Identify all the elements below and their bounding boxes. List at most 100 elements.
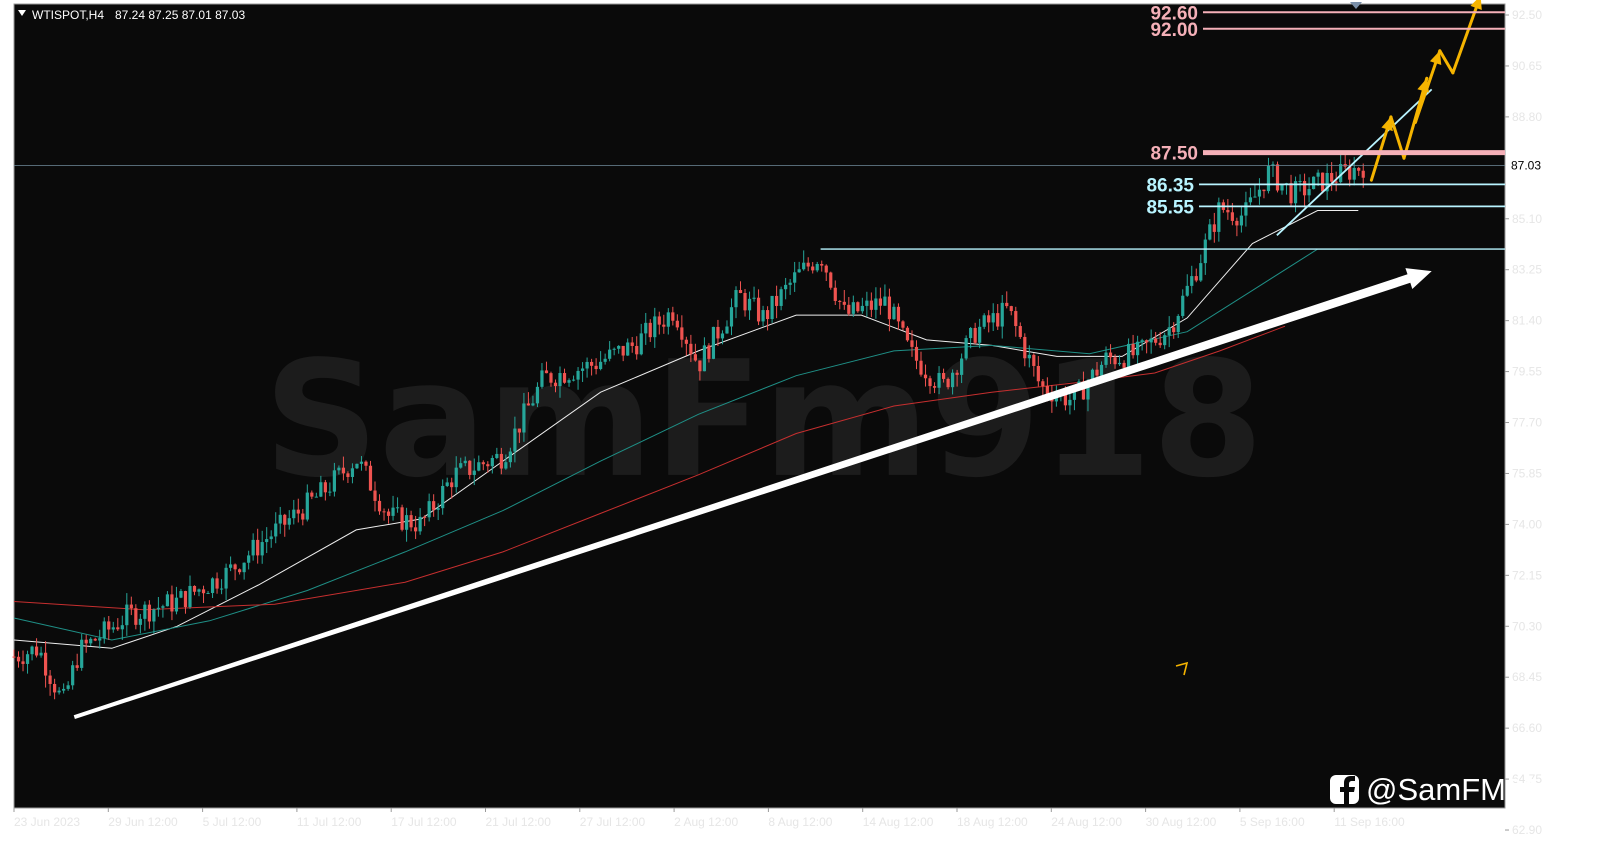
y-tick-label: 81.40 (1512, 314, 1542, 328)
candle-body (337, 467, 341, 471)
candle-body (756, 297, 761, 322)
candle-body (1095, 369, 1099, 376)
candle-body (680, 327, 684, 340)
candle-body (247, 555, 251, 563)
candle-body (1190, 276, 1194, 286)
candle-body (62, 688, 66, 691)
candle-body (910, 340, 914, 347)
candle-body (341, 467, 346, 474)
candle-body (1275, 164, 1280, 191)
candle-body (1334, 181, 1338, 183)
candle-body (1248, 197, 1253, 203)
candle-body (725, 326, 729, 334)
candle-body (1321, 172, 1325, 192)
chart-canvas: SamFm918 92.6092.0087.5086.3585.55 92.50… (12, 0, 1558, 837)
candle-body (1113, 357, 1117, 365)
candle-body (1212, 224, 1216, 232)
candle-body (937, 372, 941, 388)
y-tick-label: 88.80 (1512, 110, 1542, 124)
candle-body (382, 511, 386, 513)
candle-body (644, 322, 648, 334)
candle-body (508, 451, 512, 463)
candle-body (662, 324, 666, 327)
candle-body (499, 453, 503, 469)
candle-body (179, 591, 183, 598)
candle-body (1136, 341, 1140, 356)
candle-body (16, 656, 21, 662)
candle-body (775, 295, 779, 306)
chart-symbol: WTISPOT,H4 (32, 8, 104, 22)
candle-body (377, 500, 382, 512)
x-tick-label: 11 Sep 16:00 (1334, 815, 1405, 829)
candle-body (1203, 239, 1207, 264)
y-tick-label: 72.15 (1512, 568, 1542, 582)
candle-body (621, 345, 625, 356)
candle-body (1068, 399, 1072, 406)
candle-body (53, 683, 57, 693)
candle-body (567, 380, 571, 383)
facebook-icon (1330, 775, 1359, 804)
y-tick-label: 70.30 (1512, 619, 1542, 633)
y-tick-label: 79.55 (1512, 365, 1542, 379)
candle-body (964, 338, 968, 359)
candle-body (1005, 302, 1009, 307)
x-tick-label: 23 Jun 2023 (14, 815, 80, 829)
candle-body (1014, 311, 1018, 327)
candle-body (418, 516, 422, 532)
candle-body (711, 326, 716, 359)
candle-body (729, 307, 734, 327)
candle-body (851, 302, 855, 314)
candle-body (585, 361, 589, 369)
x-tick-label: 5 Jul 12:00 (203, 815, 262, 829)
candle-body (1330, 172, 1334, 182)
candle-body (156, 607, 160, 610)
x-tick-label: 11 Jul 12:00 (297, 815, 362, 829)
candle-body (765, 310, 770, 320)
candle-body (630, 342, 634, 346)
candle-body (98, 638, 102, 641)
candle-body (969, 327, 973, 339)
candle-body (1126, 343, 1131, 368)
candle-body (928, 378, 932, 387)
candle-body (359, 461, 364, 464)
candle-body (517, 428, 521, 433)
candle-body (490, 457, 494, 467)
candle-body (1302, 180, 1307, 196)
candle-body (404, 515, 409, 530)
candle-body (107, 621, 111, 630)
level-label-86.35: 86.35 (1146, 175, 1194, 196)
candle-body (319, 482, 323, 497)
candle-body (93, 638, 97, 641)
candle-body (829, 272, 833, 288)
candle-body (445, 482, 449, 486)
candle-body (391, 507, 395, 516)
candle-body (639, 333, 643, 355)
candle-body (684, 339, 688, 344)
candle-body (1316, 172, 1320, 177)
candle-body (314, 496, 318, 498)
candle-body (436, 508, 440, 510)
level-label-87.50: 87.50 (1150, 144, 1198, 165)
candle-body (89, 638, 93, 644)
y-tick-label: 66.60 (1512, 721, 1542, 735)
candle-body (544, 370, 549, 374)
candle-body (251, 539, 255, 556)
candle-body (454, 467, 458, 488)
x-tick-label: 2 Aug 12:00 (674, 815, 738, 829)
candle-body (165, 594, 170, 607)
candle-body (702, 345, 707, 372)
candle-body (1244, 202, 1248, 216)
candle-body (788, 282, 792, 285)
candle-body (955, 372, 959, 375)
candle-body (450, 482, 454, 488)
candle-body (973, 327, 977, 343)
candle-body (395, 507, 400, 509)
candle-body (653, 316, 657, 338)
candle-body (540, 370, 544, 387)
candle-body (21, 661, 25, 664)
x-tick-label: 17 Jul 12:00 (391, 815, 457, 829)
candle-body (472, 470, 476, 475)
candle-body (1262, 189, 1266, 192)
candle-body (960, 358, 964, 375)
candle-body (666, 312, 670, 327)
